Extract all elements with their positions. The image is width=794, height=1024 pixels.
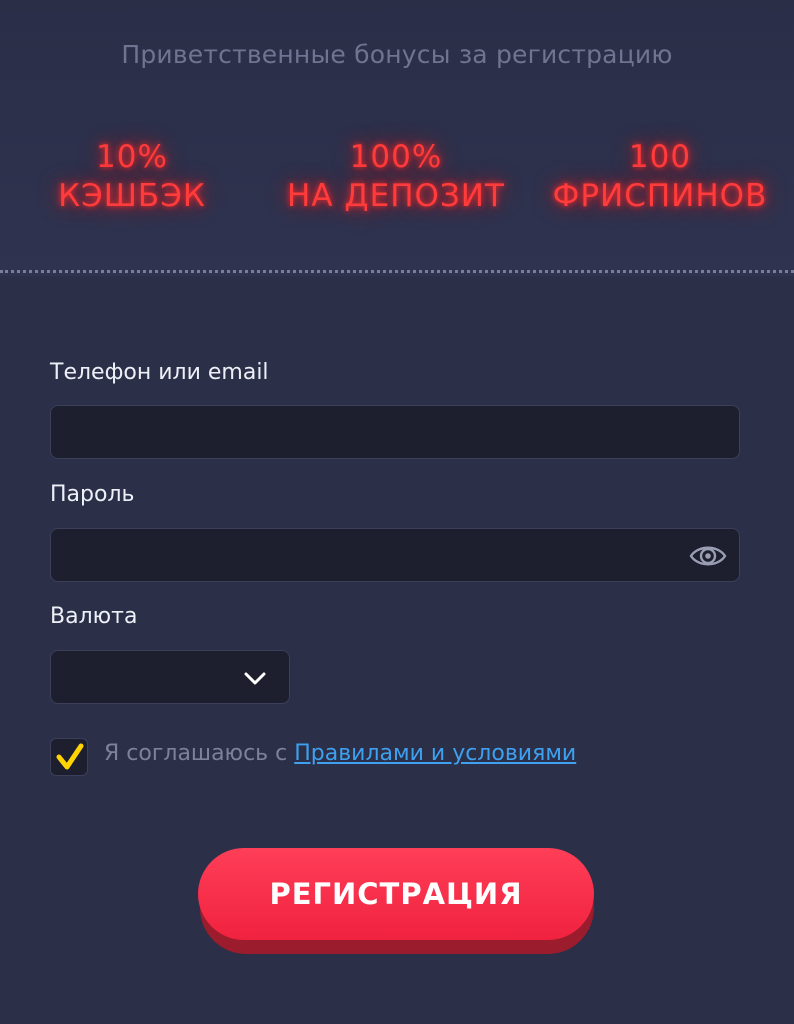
- welcome-bonus-panel: Приветственные бонусы за регистрацию 10%…: [0, 0, 794, 276]
- agree-prefix: Я соглашаюсь с: [104, 741, 295, 766]
- bonus-freespins-label: ФРИСПИНОВ: [552, 178, 768, 214]
- bonus-deposit-label: НА ДЕПОЗИТ: [287, 178, 505, 214]
- login-input[interactable]: [50, 405, 740, 459]
- dotted-divider: [0, 270, 794, 273]
- currency-select[interactable]: [50, 650, 290, 704]
- currency-label: Валюта: [50, 604, 138, 629]
- agree-checkbox[interactable]: [50, 738, 88, 776]
- bonus-cashback: 10% КЭШБЭК: [42, 138, 222, 216]
- bonus-freespins: 100 ФРИСПИНОВ: [538, 138, 782, 216]
- eye-icon[interactable]: [689, 541, 727, 571]
- bonus-cashback-label: КЭШБЭК: [58, 178, 206, 214]
- bonus-deposit-value: 100%: [349, 139, 443, 175]
- bonus-title: Приветственные бонусы за регистрацию: [121, 40, 673, 69]
- registration-page: Приветственные бонусы за регистрацию 10%…: [0, 0, 794, 1024]
- terms-link[interactable]: Правилами и условиями: [294, 741, 576, 766]
- password-label: Пароль: [50, 482, 135, 507]
- password-input[interactable]: [50, 528, 740, 582]
- bonus-deposit: 100% НА ДЕПОЗИТ: [276, 138, 516, 216]
- register-button[interactable]: РЕГИСТРАЦИЯ: [198, 848, 594, 940]
- agree-text: Я соглашаюсь с Правилами и условиями: [104, 741, 576, 766]
- login-label: Телефон или email: [50, 360, 269, 385]
- chevron-down-icon: [244, 672, 266, 685]
- bonus-freespins-value: 100: [628, 139, 692, 175]
- bonus-cashback-value: 10%: [96, 139, 168, 175]
- check-icon: [56, 743, 84, 770]
